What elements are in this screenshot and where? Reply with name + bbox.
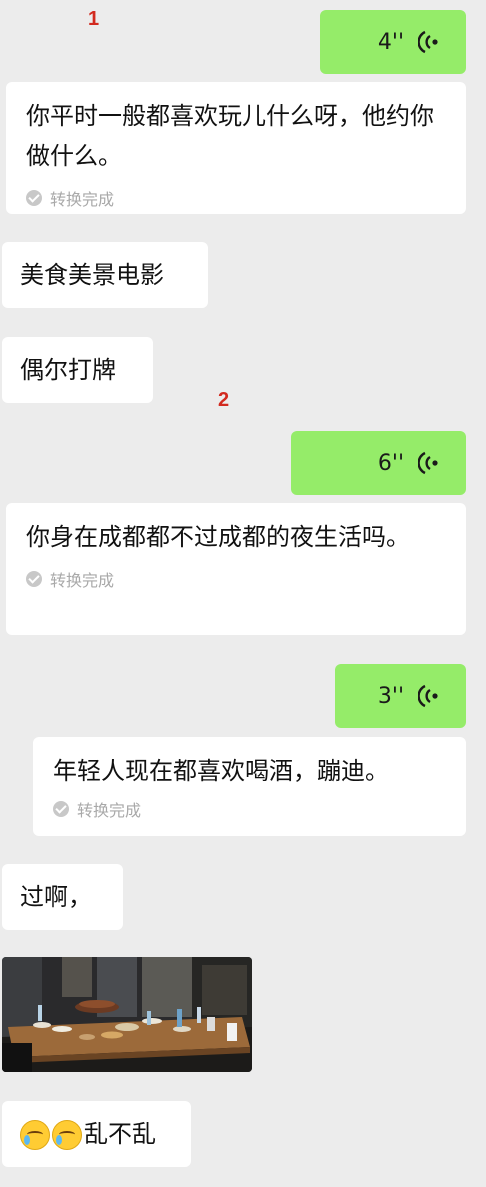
status-label: 转换完成 [50, 190, 115, 209]
transcription-card: 你平时一般都喜欢玩儿什么呀，他约你做什么。 转换完成 [6, 82, 466, 214]
received-message: 偶尔打牌 [2, 337, 153, 403]
annotation-marker-2: 2 [218, 389, 230, 411]
transcription-card: 年轻人现在都喜欢喝酒，蹦迪。 转换完成 [33, 737, 466, 836]
transcription-text: 年轻人现在都喜欢喝酒，蹦迪。 [53, 757, 389, 785]
annotation-marker-1: 1 [88, 8, 100, 30]
checkmark-circle-icon [53, 801, 69, 817]
crying-laughing-emoji-icon [20, 1120, 50, 1150]
transcription-status: 转换完成 [26, 567, 448, 591]
received-message: 乱不乱 [2, 1101, 191, 1167]
received-message: 美食美景电影 [2, 242, 208, 308]
voice-wave-icon [418, 684, 438, 708]
voice-message-bubble[interactable]: 3'' [335, 664, 466, 728]
message-text: 乱不乱 [84, 1120, 156, 1148]
status-label: 转换完成 [77, 801, 142, 820]
transcription-text: 你身在成都都不过成都的夜生活吗。 [26, 523, 410, 551]
dinner-table-photo [2, 957, 252, 1072]
checkmark-circle-icon [26, 190, 42, 206]
crying-laughing-emoji-icon [52, 1120, 82, 1150]
voice-duration: 6'' [377, 450, 404, 476]
voice-wave-icon [418, 30, 438, 54]
voice-duration: 4'' [377, 29, 404, 55]
received-message: 过啊， [2, 864, 123, 930]
transcription-text: 你平时一般都喜欢玩儿什么呀，他约你做什么。 [26, 102, 434, 170]
voice-message-bubble[interactable]: 4'' [320, 10, 466, 74]
transcription-status: 转换完成 [53, 797, 448, 821]
voice-wave-icon [418, 451, 438, 475]
status-label: 转换完成 [50, 571, 115, 590]
transcription-status: 转换完成 [26, 186, 448, 210]
voice-duration: 3'' [377, 683, 404, 709]
photo-message[interactable] [2, 957, 252, 1072]
transcription-card: 你身在成都都不过成都的夜生活吗。 转换完成 [6, 503, 466, 635]
voice-message-bubble[interactable]: 6'' [291, 431, 466, 495]
checkmark-circle-icon [26, 571, 42, 587]
